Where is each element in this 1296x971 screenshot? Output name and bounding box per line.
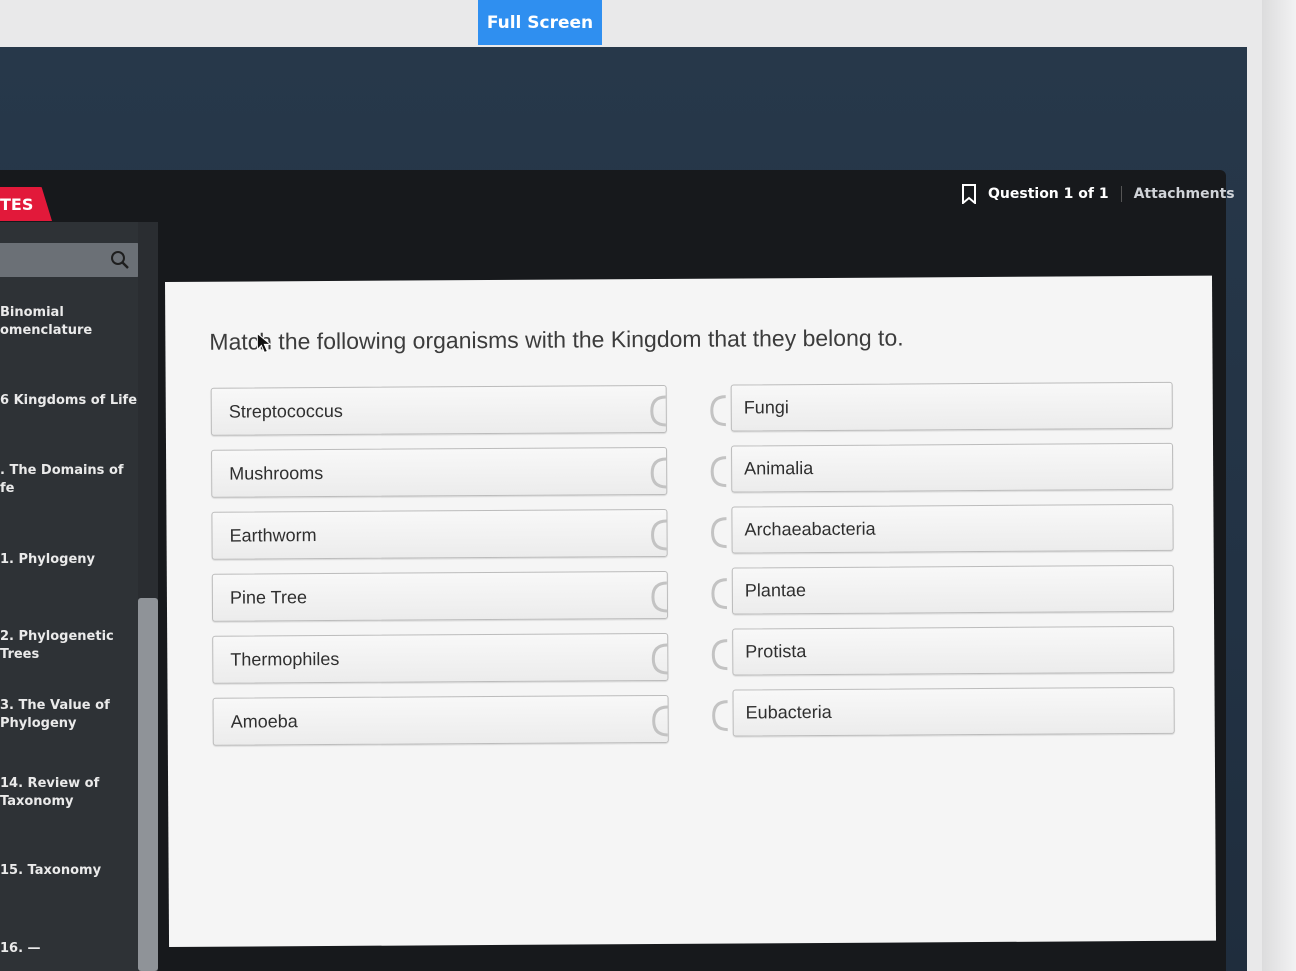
- bookmark-icon[interactable]: [960, 184, 978, 204]
- search-icon[interactable]: [110, 250, 130, 270]
- sidebar-scrollbar-thumb[interactable]: [138, 598, 158, 971]
- kingdom-label: Plantae: [744, 580, 807, 601]
- puzzle-connector-icon: [651, 643, 668, 675]
- organism-label: Thermophiles: [230, 648, 340, 670]
- question-header: Question 1 of 1 Attachments: [960, 182, 1235, 206]
- kingdom-tile[interactable]: Fungi: [710, 381, 1173, 432]
- sidebar-item-review-of-taxonomy[interactable]: 14. Review of Taxonomy: [0, 775, 140, 811]
- puzzle-connector-icon: [710, 395, 726, 427]
- kingdom-label: Protista: [745, 641, 807, 662]
- organism-label: Mushrooms: [229, 462, 324, 484]
- organism-tile[interactable]: Mushrooms: [211, 446, 668, 498]
- organism-tile[interactable]: Thermophiles: [212, 632, 669, 684]
- organism-tile[interactable]: Streptococcus: [210, 384, 667, 436]
- puzzle-connector-icon: [651, 519, 667, 551]
- header-divider: [1120, 186, 1122, 202]
- organism-column: Streptococcus Mushrooms Earthworm Pine T…: [210, 384, 669, 760]
- sidebar-item-value-of-phylogeny[interactable]: 3. The Value of Phylogeny: [0, 697, 140, 733]
- puzzle-connector-icon: [650, 395, 666, 427]
- puzzle-connector-icon: [652, 705, 668, 737]
- sidebar-item-phylogeny[interactable]: 1. Phylogeny: [0, 551, 140, 569]
- organism-tile[interactable]: Earthworm: [211, 508, 668, 560]
- kingdom-tile[interactable]: Archaeabacteria: [711, 503, 1174, 554]
- organism-label: Earthworm: [229, 524, 317, 546]
- sidebar-item-6-kingdoms[interactable]: 6 Kingdoms of Life: [0, 392, 140, 410]
- puzzle-connector-icon: [712, 700, 728, 732]
- sidebar-item-domains-of-life[interactable]: . The Domains of fe: [0, 462, 140, 498]
- organism-label: Streptococcus: [228, 400, 343, 422]
- sidebar-item-16[interactable]: 16. —: [0, 940, 140, 958]
- cursor-icon: [256, 332, 272, 354]
- screen-bezel: [1262, 0, 1296, 971]
- kingdom-tile[interactable]: Animalia: [710, 442, 1174, 493]
- kingdom-tile[interactable]: Protista: [711, 625, 1175, 676]
- organism-tile[interactable]: Amoeba: [212, 694, 669, 746]
- puzzle-connector-icon: [711, 517, 727, 549]
- sidebar-item-binomial-nomenclature[interactable]: Binomial omenclature: [0, 304, 140, 340]
- full-screen-button[interactable]: Full Screen: [478, 0, 602, 45]
- kingdom-label: Archaeabacteria: [744, 518, 876, 540]
- kingdom-label: Eubacteria: [745, 701, 832, 723]
- question-panel: Match the following organisms with the K…: [165, 275, 1217, 947]
- organism-label: Amoeba: [230, 710, 298, 732]
- kingdom-label: Fungi: [743, 397, 789, 418]
- question-counter: Question 1 of 1: [988, 186, 1109, 202]
- kingdom-tile[interactable]: Plantae: [711, 564, 1175, 615]
- puzzle-connector-icon: [711, 639, 728, 671]
- puzzle-connector-icon: [711, 578, 728, 610]
- kingdom-tile[interactable]: Eubacteria: [712, 686, 1175, 737]
- sidebar-item-taxonomy[interactable]: 15. Taxonomy: [0, 862, 140, 880]
- kingdom-label: Animalia: [744, 458, 814, 479]
- organism-label: Pine Tree: [229, 586, 308, 608]
- question-prompt: Match the following organisms with the K…: [209, 324, 904, 355]
- organism-tile[interactable]: Pine Tree: [211, 570, 669, 622]
- sidebar-search-input[interactable]: [0, 243, 140, 277]
- sidebar-item-phylogenetic-trees[interactable]: 2. Phylogenetic Trees: [0, 628, 140, 664]
- puzzle-connector-icon: [651, 581, 668, 613]
- puzzle-connector-icon: [650, 457, 667, 489]
- puzzle-connector-icon: [710, 456, 727, 488]
- kingdom-column: Fungi Animalia Archaeabacteria Plantae P…: [710, 381, 1175, 751]
- attachments-link[interactable]: Attachments: [1134, 186, 1235, 202]
